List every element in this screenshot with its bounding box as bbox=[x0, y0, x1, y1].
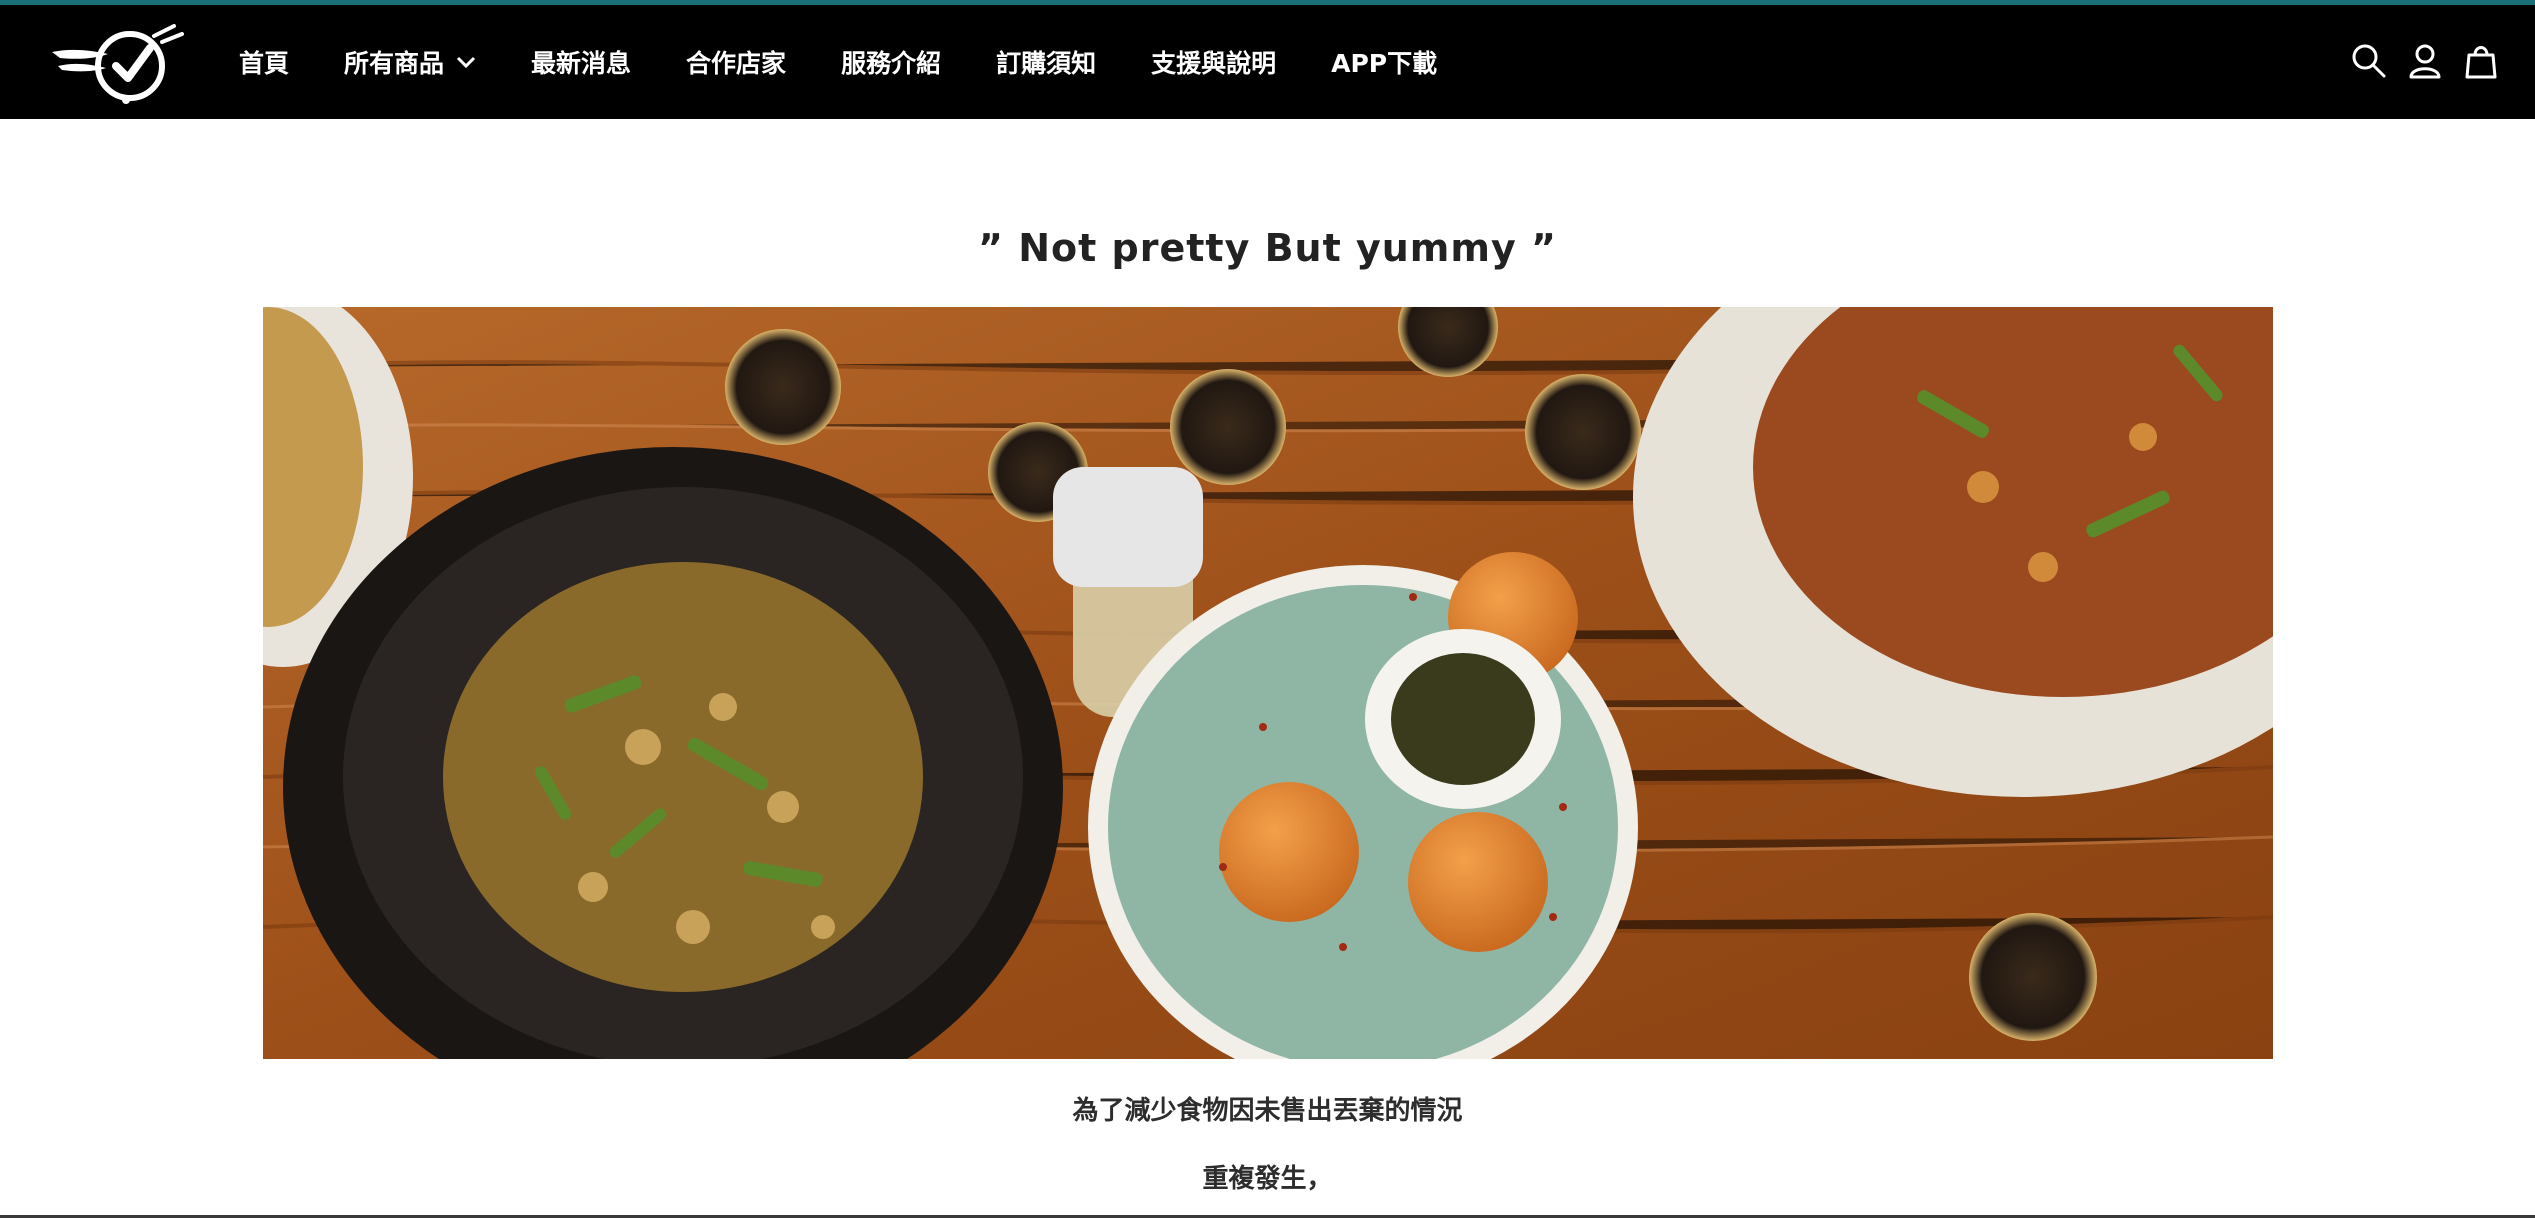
page-tagline: ” Not pretty But yummy ” bbox=[978, 226, 1557, 270]
cart-icon[interactable] bbox=[2461, 41, 2501, 81]
nav-order-notice[interactable]: 訂購須知 bbox=[996, 44, 1096, 80]
nav-support[interactable]: 支援與說明 bbox=[1151, 44, 1276, 80]
top-navigation-bar: 首頁 所有商品 最新消息 合作店家 服務介紹 訂購須知 支援與說明 APP下載 bbox=[0, 0, 2535, 119]
nav-services-label: 服務介紹 bbox=[841, 49, 942, 78]
header-actions bbox=[2333, 41, 2501, 81]
nav-home-label: 首頁 bbox=[239, 49, 290, 78]
search-icon[interactable] bbox=[2349, 41, 2389, 81]
intro-paragraph-1: 為了減少食物因未售出丟棄的情況 bbox=[1072, 1096, 1463, 1126]
nav-home[interactable]: 首頁 bbox=[239, 44, 289, 80]
nav-all-products[interactable]: 所有商品 bbox=[344, 44, 476, 80]
nav-support-label: 支援與說明 bbox=[1151, 49, 1277, 78]
nav-app-download[interactable]: APP下載 bbox=[1331, 44, 1437, 80]
intro-paragraph-2: 重複發生， bbox=[1202, 1164, 1333, 1194]
nav-all-products-label: 所有商品 bbox=[344, 49, 445, 78]
nav-partner-stores[interactable]: 合作店家 bbox=[686, 44, 786, 80]
nav-news[interactable]: 最新消息 bbox=[531, 44, 631, 80]
nav-app-download-label: APP下載 bbox=[1331, 49, 1438, 78]
nav-order-notice-label: 訂購須知 bbox=[996, 49, 1097, 78]
nav-news-label: 最新消息 bbox=[531, 49, 632, 78]
nav-services[interactable]: 服務介紹 bbox=[841, 44, 941, 80]
food-plates-on-wooden-table-image bbox=[263, 307, 2273, 1059]
hero-image bbox=[263, 307, 2273, 1059]
clock-check-logo-icon[interactable] bbox=[50, 22, 190, 106]
nav-partner-stores-label: 合作店家 bbox=[686, 49, 787, 78]
chevron-down-icon bbox=[456, 56, 476, 69]
main-nav: 首頁 所有商品 最新消息 合作店家 服務介紹 訂購須知 支援與說明 APP下載 bbox=[239, 5, 1492, 119]
account-icon[interactable] bbox=[2405, 41, 2445, 81]
